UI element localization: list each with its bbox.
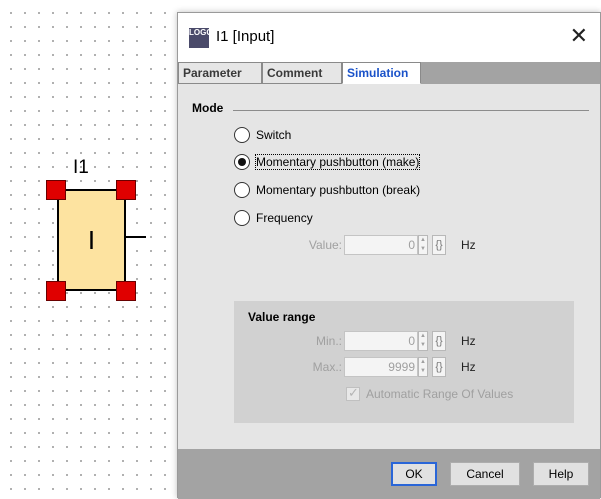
dialog-footer: OK Cancel Help <box>178 449 600 499</box>
resize-handle-top-left[interactable] <box>46 180 66 200</box>
radio-momentary-make-circle[interactable] <box>234 154 250 170</box>
radio-switch-circle[interactable] <box>234 127 250 143</box>
mode-divider <box>233 110 589 111</box>
dialog-titlebar[interactable]: LOGO I1 [Input] ✕ <box>178 13 600 61</box>
radio-momentary-break-label: Momentary pushbutton (break) <box>256 183 421 197</box>
cancel-button[interactable]: Cancel <box>450 462 520 486</box>
resize-handle-top-right[interactable] <box>116 180 136 200</box>
radio-frequency-circle[interactable] <box>234 210 250 226</box>
max-spinner[interactable]: ▲ ▼ <box>418 357 428 377</box>
radio-switch[interactable]: Switch <box>234 126 291 144</box>
min-input[interactable]: 0 <box>344 331 418 351</box>
auto-range-checkbox[interactable] <box>346 385 360 401</box>
spin-down-icon: ▼ <box>420 246 426 252</box>
value-range-title: Value range <box>248 310 316 324</box>
min-spinner[interactable]: ▲ ▼ <box>418 331 428 351</box>
value-input[interactable]: 0 <box>344 235 418 255</box>
min-label: Min.: <box>315 334 342 348</box>
tab-parameter[interactable]: Parameter <box>178 62 262 84</box>
block-label: I1 <box>73 157 89 178</box>
spin-up-icon: ▲ <box>420 333 426 339</box>
block-glyph: I <box>87 224 96 255</box>
max-unit: Hz <box>461 360 476 374</box>
max-input[interactable]: 9999 <box>344 357 418 377</box>
spin-down-icon: ▼ <box>420 342 426 348</box>
value-parameter-button[interactable]: {} <box>432 235 446 255</box>
radio-frequency[interactable]: Frequency <box>234 209 313 227</box>
help-button[interactable]: Help <box>533 462 589 486</box>
max-parameter-button[interactable]: {} <box>432 357 446 377</box>
radio-momentary-break[interactable]: Momentary pushbutton (break) <box>234 181 420 199</box>
tab-bar: Parameter Comment Simulation <box>178 62 600 84</box>
value-range-group: Value range Min.: 0 ▲ ▼ {} Hz Max.: 9999… <box>234 301 574 423</box>
radio-momentary-make-label: Momentary pushbutton (make) <box>254 154 421 170</box>
dialog-title: I1 [Input] <box>216 28 275 45</box>
tab-comment[interactable]: Comment <box>262 62 342 84</box>
simulation-panel: Mode Switch Momentary pushbutton (make) … <box>178 84 600 449</box>
tab-simulation[interactable]: Simulation <box>342 62 421 84</box>
value-unit: Hz <box>461 238 476 252</box>
radio-momentary-break-circle[interactable] <box>234 182 250 198</box>
value-spinner[interactable]: ▲ ▼ <box>418 235 428 255</box>
value-label: Value: <box>308 238 342 252</box>
min-parameter-button[interactable]: {} <box>432 331 446 351</box>
ok-button[interactable]: OK <box>391 462 437 486</box>
spin-up-icon: ▲ <box>420 359 426 365</box>
radio-momentary-make[interactable]: Momentary pushbutton (make) <box>234 153 421 171</box>
resize-handle-bottom-left[interactable] <box>46 281 66 301</box>
spin-up-icon: ▲ <box>420 237 426 243</box>
min-unit: Hz <box>461 334 476 348</box>
radio-switch-label: Switch <box>256 128 292 142</box>
input-properties-dialog: LOGO I1 [Input] ✕ Parameter Comment Simu… <box>177 12 601 499</box>
mode-heading: Mode <box>192 101 224 115</box>
spin-down-icon: ▼ <box>420 368 426 374</box>
max-label: Max.: <box>312 360 342 374</box>
resize-handle-bottom-right[interactable] <box>116 281 136 301</box>
close-icon[interactable]: ✕ <box>570 24 588 48</box>
auto-range-label: Automatic Range Of Values <box>366 387 514 401</box>
radio-frequency-label: Frequency <box>256 211 313 225</box>
block-output-connector[interactable] <box>126 236 146 238</box>
logo-app-icon: LOGO <box>189 28 209 48</box>
